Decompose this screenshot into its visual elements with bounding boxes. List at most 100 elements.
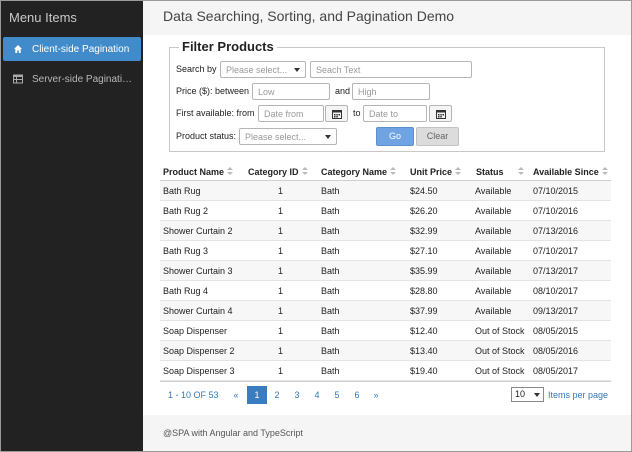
sort-icon xyxy=(301,167,308,176)
pager-page-5[interactable]: 5 xyxy=(327,386,347,404)
sidebar-item-client-side-pagination[interactable]: Client-side Pagination xyxy=(3,37,141,61)
page-header: Data Searching, Sorting, and Pagination … xyxy=(143,1,631,35)
cell-category-name: Bath xyxy=(321,326,340,336)
table-bottom-divider xyxy=(160,381,611,382)
pager-prev[interactable]: « xyxy=(226,386,246,404)
pager-page-6[interactable]: 6 xyxy=(347,386,367,404)
pager-page-2[interactable]: 2 xyxy=(267,386,287,404)
cell-category-id: 1 xyxy=(278,346,284,356)
go-button[interactable]: Go xyxy=(376,127,414,146)
cell-category-id: 1 xyxy=(278,186,284,196)
price-label: Price ($): between xyxy=(176,86,250,96)
cell-status: Available xyxy=(475,226,512,236)
table-row[interactable]: Bath Rug 2 1 Bath $26.20 Available 07/10… xyxy=(160,201,611,221)
items-per-page-label: Items per page xyxy=(548,390,609,400)
column-header-label: Status xyxy=(476,166,504,177)
search-by-select[interactable]: Please select... xyxy=(220,61,306,78)
table-row[interactable]: Soap Dispenser 1 Bath $12.40 Out of Stoc… xyxy=(160,321,611,341)
cell-unit-price: $13.40 xyxy=(410,346,438,356)
product-status-select[interactable]: Please select... xyxy=(239,128,337,145)
price-low-input[interactable]: Low xyxy=(252,83,330,100)
cell-available-since: 07/10/2016 xyxy=(533,206,579,216)
column-header-available-since[interactable]: Available Since xyxy=(533,163,608,180)
pager-page-4[interactable]: 4 xyxy=(307,386,327,404)
table-row[interactable]: Shower Curtain 2 1 Bath $32.99 Available… xyxy=(160,221,611,241)
search-text-input[interactable]: Seach Text xyxy=(310,61,472,78)
cell-unit-price: $24.50 xyxy=(410,186,438,196)
cell-status: Out of Stock xyxy=(475,346,525,356)
first-available-label: First available: from xyxy=(176,108,255,118)
cell-status: Available xyxy=(475,206,512,216)
sort-icon xyxy=(517,167,524,176)
column-header-label: Available Since xyxy=(533,166,599,177)
sort-icon xyxy=(455,167,462,176)
table-row[interactable]: Soap Dispenser 3 1 Bath $19.40 Out of St… xyxy=(160,361,611,381)
home-icon xyxy=(13,44,23,54)
pager-next[interactable]: » xyxy=(366,386,386,404)
cell-category-name: Bath xyxy=(321,366,340,376)
table-row[interactable]: Bath Rug 3 1 Bath $27.10 Available 07/10… xyxy=(160,241,611,261)
cell-category-name: Bath xyxy=(321,306,340,316)
cell-product-name: Bath Rug 2 xyxy=(163,206,209,216)
page-title: Data Searching, Sorting, and Pagination … xyxy=(163,8,455,24)
price-and-label: and xyxy=(335,86,351,96)
column-header-category-id[interactable]: Category ID xyxy=(248,163,308,180)
cell-category-name: Bath xyxy=(321,266,340,276)
cell-product-name: Bath Rug 4 xyxy=(163,286,209,296)
calendar-icon xyxy=(436,110,446,119)
sidebar: Menu Items Client-side Pagination Server… xyxy=(1,1,143,451)
table-row[interactable]: Shower Curtain 3 1 Bath $35.99 Available… xyxy=(160,261,611,281)
cell-category-name: Bath xyxy=(321,346,340,356)
cell-status: Out of Stock xyxy=(475,326,525,336)
cell-status: Out of Stock xyxy=(475,366,525,376)
column-header-label: Unit Price xyxy=(410,166,453,177)
column-header-unit-price[interactable]: Unit Price xyxy=(410,163,462,180)
cell-category-name: Bath xyxy=(321,226,340,236)
cell-product-name: Soap Dispenser 2 xyxy=(163,346,235,356)
pager-info: 1 - 10 OF 53 xyxy=(168,390,219,400)
table-icon xyxy=(13,74,23,84)
cell-category-id: 1 xyxy=(278,286,284,296)
cell-category-id: 1 xyxy=(278,306,284,316)
sidebar-title: Menu Items xyxy=(9,10,77,25)
date-to-input[interactable]: Date to xyxy=(363,105,427,122)
table-row[interactable]: Shower Curtain 4 1 Bath $37.99 Available… xyxy=(160,301,611,321)
date-from-input[interactable]: Date from xyxy=(258,105,324,122)
table-row[interactable]: Bath Rug 1 Bath $24.50 Available 07/10/2… xyxy=(160,181,611,201)
cell-available-since: 08/05/2017 xyxy=(533,366,579,376)
sort-icon xyxy=(227,167,234,176)
cell-product-name: Soap Dispenser 3 xyxy=(163,366,235,376)
cell-available-since: 08/10/2017 xyxy=(533,286,579,296)
date-from-calendar-button[interactable] xyxy=(325,105,348,122)
column-header-product-name[interactable]: Product Name xyxy=(163,163,234,180)
cell-category-id: 1 xyxy=(278,266,284,276)
calendar-icon xyxy=(332,110,342,119)
column-header-status[interactable]: Status xyxy=(476,163,524,180)
cell-available-since: 07/13/2017 xyxy=(533,266,579,276)
cell-unit-price: $28.80 xyxy=(410,286,438,296)
cell-product-name: Shower Curtain 2 xyxy=(163,226,233,236)
column-header-label: Category Name xyxy=(321,166,388,177)
cell-category-name: Bath xyxy=(321,286,340,296)
pager-page-1[interactable]: 1 xyxy=(247,386,267,404)
cell-category-name: Bath xyxy=(321,206,340,216)
column-header-category-name[interactable]: Category Name xyxy=(321,163,397,180)
cell-available-since: 07/10/2015 xyxy=(533,186,579,196)
main-content: Data Searching, Sorting, and Pagination … xyxy=(143,1,631,451)
footer-text: @SPA with Angular and TypeScript xyxy=(163,428,303,438)
items-per-page-select[interactable]: 10 xyxy=(511,387,544,402)
clear-button[interactable]: Clear xyxy=(416,127,459,146)
price-high-input[interactable]: High xyxy=(352,83,430,100)
cell-product-name: Bath Rug 3 xyxy=(163,246,209,256)
pager-page-3[interactable]: 3 xyxy=(287,386,307,404)
cell-product-name: Shower Curtain 3 xyxy=(163,266,233,276)
product-status-label: Product status: xyxy=(176,131,237,141)
date-to-calendar-button[interactable] xyxy=(429,105,452,122)
cell-unit-price: $26.20 xyxy=(410,206,438,216)
cell-category-name: Bath xyxy=(321,186,340,196)
cell-unit-price: $37.99 xyxy=(410,306,438,316)
table-row[interactable]: Bath Rug 4 1 Bath $28.80 Available 08/10… xyxy=(160,281,611,301)
cell-status: Available xyxy=(475,286,512,296)
sidebar-item-server-side-pagination[interactable]: Server-side Paginati… xyxy=(3,67,141,91)
table-row[interactable]: Soap Dispenser 2 1 Bath $13.40 Out of St… xyxy=(160,341,611,361)
